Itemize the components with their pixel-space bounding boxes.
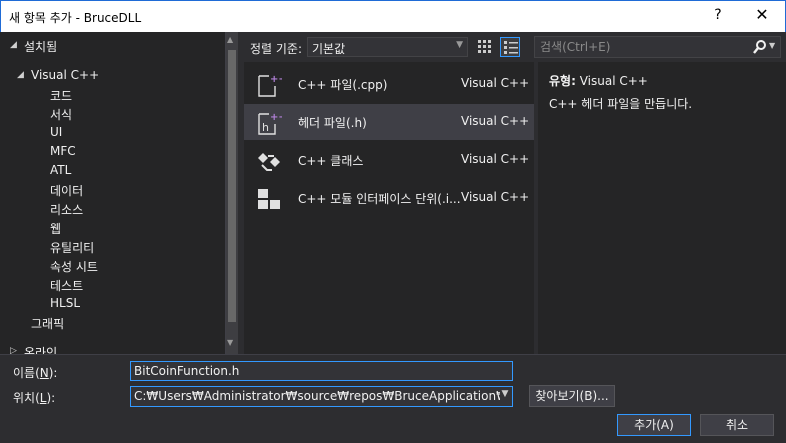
tree-item-online[interactable]: 온라인 (24, 344, 57, 354)
tree-item-web[interactable]: 웹 (50, 220, 61, 237)
svg-text:++: ++ (270, 74, 282, 85)
close-button[interactable]: ✕ (745, 5, 779, 24)
name-label: 이름(N): (13, 366, 58, 380)
tree-scrollbar[interactable]: ▲ ▼ (226, 32, 238, 354)
grid-view-icon (478, 40, 491, 53)
template-description: C++ 헤더 파일을 만듭니다. (549, 97, 693, 111)
template-name: C++ 모듈 인터페이스 단위(.i... (298, 192, 461, 206)
template-language: Visual C++ (461, 190, 530, 204)
template-name: 헤더 파일(.h) (298, 116, 367, 130)
tree-item-test[interactable]: 테스트 (50, 277, 83, 294)
tree-item-format[interactable]: 서식 (50, 106, 72, 123)
type-value: Visual C++ (579, 74, 648, 88)
list-view-button[interactable] (500, 37, 520, 57)
tree-item-utility[interactable]: 유틸리티 (50, 239, 94, 256)
tree-item-resource[interactable]: 리소스 (50, 201, 83, 218)
cancel-button[interactable]: 취소 (700, 414, 774, 436)
collapse-arrow-icon[interactable]: ◢ (17, 70, 24, 80)
search-icon[interactable] (753, 39, 767, 55)
expand-arrow-icon[interactable]: ▷ (10, 346, 17, 354)
location-label: 위치(L): (13, 391, 56, 405)
tree-item-property-sheet[interactable]: 속성 시트 (50, 258, 98, 275)
tree-item-code[interactable]: 코드 (50, 87, 72, 104)
template-name: C++ 파일(.cpp) (298, 78, 388, 92)
grid-view-button[interactable] (475, 37, 495, 57)
template-language: Visual C++ (461, 152, 530, 166)
scroll-up-icon[interactable]: ▲ (227, 35, 233, 44)
location-value: C:₩Users₩Administrator₩source₩repos₩Bruc… (134, 389, 500, 403)
template-language: Visual C++ (461, 114, 530, 128)
form-area: 이름(N): 위치(L): C:₩Users₩Administrator₩sou… (0, 354, 786, 443)
list-item[interactable]: ++ C++ 파일(.cpp) Visual C++ (244, 66, 534, 102)
list-item[interactable]: h ++ 헤더 파일(.h) Visual C++ (244, 104, 534, 140)
browse-button[interactable]: 찾아보기(B)... (529, 385, 615, 407)
search-options-chevron-icon[interactable]: ▼ (769, 41, 775, 50)
chevron-down-icon: ▼ (456, 40, 463, 50)
tree-item-installed[interactable]: 설치됨 (24, 38, 57, 55)
template-name: C++ 클래스 (298, 154, 364, 168)
sort-label: 정렬 기준: (250, 42, 303, 56)
tree-item-ui[interactable]: UI (50, 125, 62, 139)
chevron-down-icon[interactable]: ▼ (500, 389, 510, 405)
name-input[interactable] (130, 361, 513, 381)
sort-select[interactable]: 기본값 ▼ (307, 37, 468, 57)
tree-item-atl[interactable]: ATL (50, 163, 71, 177)
scrollbar-thumb[interactable] (228, 50, 236, 322)
scroll-down-icon[interactable]: ▼ (227, 338, 233, 347)
location-select[interactable]: C:₩Users₩Administrator₩source₩repos₩Bruc… (130, 386, 513, 407)
sort-value: 기본값 (312, 42, 346, 56)
list-item[interactable]: C++ 모듈 인터페이스 단위(.i... Visual C++ (244, 180, 534, 216)
type-row: 유형: Visual C++ (549, 72, 648, 89)
cpp-file-icon: ++ (258, 74, 282, 97)
tree-item-data[interactable]: 데이터 (50, 182, 83, 199)
title-bar: 새 항목 추가 - BruceDLL ? ✕ (0, 0, 786, 32)
details-panel: 유형: Visual C++ C++ 헤더 파일을 만듭니다. (538, 62, 786, 354)
help-button[interactable]: ? (707, 7, 729, 23)
module-icon (258, 189, 280, 209)
add-button[interactable]: 추가(A) (617, 414, 691, 436)
list-item[interactable]: C++ 클래스 Visual C++ (244, 142, 534, 178)
tree-item-graphics[interactable]: 그래픽 (31, 315, 64, 332)
tree-item-hlsl[interactable]: HLSL (50, 296, 80, 310)
search-input[interactable] (535, 37, 747, 57)
template-language: Visual C++ (461, 76, 530, 90)
tree-item-mfc[interactable]: MFC (50, 144, 76, 158)
list-view-icon (504, 41, 518, 54)
search-box: ▼ (534, 36, 781, 58)
svg-text:++: ++ (270, 112, 282, 123)
svg-text:h: h (262, 121, 269, 134)
category-tree: ◢ 설치됨 ◢ Visual C++ 코드 서식 UI MFC ATL 데이터 … (0, 32, 226, 354)
tree-item-visual-cpp[interactable]: Visual C++ (31, 68, 99, 82)
header-file-icon: h ++ (258, 112, 282, 135)
window-title: 새 항목 추가 - BruceDLL (9, 11, 142, 25)
type-label: 유형: (549, 74, 576, 88)
collapse-arrow-icon[interactable]: ◢ (10, 40, 17, 50)
template-list: ++ C++ 파일(.cpp) Visual C++ h ++ 헤더 파일(.h… (244, 62, 534, 354)
cpp-class-icon (258, 153, 280, 171)
